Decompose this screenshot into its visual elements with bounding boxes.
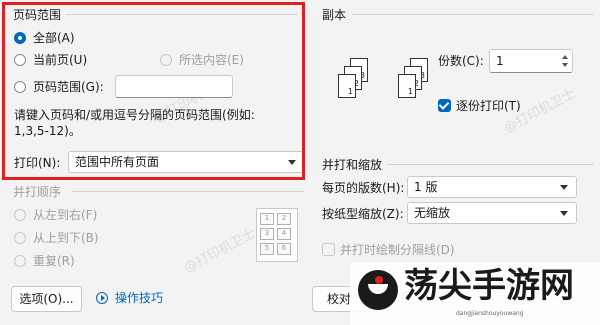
highlight-box — [2, 2, 305, 180]
copies-count-input[interactable]: 1 — [489, 49, 573, 73]
watermark-text: @打印机卫士 — [181, 226, 258, 277]
per-sheet-value: 1 版 — [414, 180, 438, 194]
spin-down-icon[interactable] — [562, 63, 568, 67]
proof-button-label: 校对 — [327, 292, 352, 306]
per-sheet-label: 每页的版数(H): — [322, 181, 405, 195]
order-grid-cell: 1 — [260, 213, 274, 225]
draw-lines-label[interactable]: 并打时绘制分隔线(D) — [340, 243, 455, 257]
order-grid-cell: 5 — [260, 243, 274, 255]
order-grid-cell: 4 — [277, 228, 291, 240]
info-icon-arrow — [101, 295, 105, 301]
order-grid-cell: 3 — [260, 228, 274, 240]
zoom-title: 并打和缩放 — [322, 158, 383, 172]
order-grid-cell: 2 — [277, 213, 291, 225]
brand-watermark: 荡尖手游网 dangjianshouyouwang — [350, 262, 600, 325]
scale-value: 无缩放 — [414, 206, 451, 220]
collate-checkbox[interactable] — [438, 99, 451, 112]
radio-left-to-right[interactable] — [14, 209, 26, 221]
per-sheet-select[interactable]: 1 版 — [407, 176, 577, 198]
options-button[interactable]: 选项(O)... — [11, 286, 82, 312]
copies-count-label: 份数(C): — [438, 54, 484, 68]
radio-top-to-bottom-label[interactable]: 从上到下(B) — [33, 231, 99, 245]
chevron-down-icon — [560, 185, 568, 190]
spin-up-icon[interactable] — [562, 55, 568, 59]
chevron-down-icon — [560, 211, 568, 216]
scale-select[interactable]: 无缩放 — [407, 202, 577, 224]
brand-subtitle: dangjianshouyouwang — [456, 310, 524, 317]
divider — [387, 164, 594, 165]
scale-label: 按纸型缩放(Z): — [322, 207, 404, 221]
order-grid-cell: 6 — [277, 243, 291, 255]
brand-name: 荡尖手游网 — [404, 266, 574, 306]
tips-link[interactable]: 操作技巧 — [115, 291, 163, 305]
copies-title: 副本 — [322, 8, 347, 22]
radio-top-to-bottom[interactable] — [14, 232, 26, 244]
draw-lines-checkbox[interactable] — [322, 243, 335, 256]
collate-label[interactable]: 逐份打印(T) — [456, 99, 521, 113]
radio-repeat[interactable] — [14, 255, 26, 267]
divider — [352, 14, 594, 15]
radio-left-to-right-label[interactable]: 从左到右(F) — [33, 208, 97, 222]
copies-count-value: 1 — [496, 54, 504, 68]
order-title: 并打顺序 — [13, 185, 62, 199]
divider — [72, 191, 304, 192]
brand-logo — [358, 270, 398, 310]
radio-repeat-label[interactable]: 重复(R) — [33, 254, 75, 268]
